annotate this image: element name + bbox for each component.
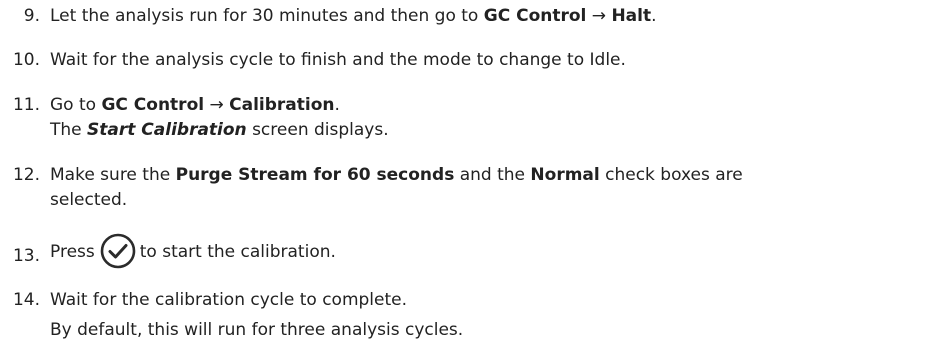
menu-calibration: Calibration xyxy=(229,95,335,115)
step-text: Press to start the calibration. xyxy=(50,233,336,269)
screen-name: Start Calibration xyxy=(87,120,247,140)
step-text: Wait for the calibration cycle to comple… xyxy=(50,290,408,310)
step-number: 14. xyxy=(12,290,40,310)
step-text-continued: selected. xyxy=(50,190,128,210)
step-number: 11. xyxy=(12,95,40,115)
step-text: Make sure the Purge Stream for 60 second… xyxy=(50,165,743,185)
menu-halt: Halt xyxy=(611,6,652,26)
step-result: By default, this will run for three anal… xyxy=(50,320,464,340)
step-text: Go to GC Control → Calibration. xyxy=(50,95,340,115)
checkmark-circle-icon xyxy=(100,233,136,269)
step-number: 13. xyxy=(12,246,40,266)
menu-gc-control: GC Control xyxy=(101,95,205,115)
step-text: Let the analysis run for 30 minutes and … xyxy=(50,6,657,26)
step-number: 12. xyxy=(12,165,40,185)
step-number: 9. xyxy=(23,6,40,26)
menu-gc-control: GC Control xyxy=(483,6,587,26)
step-number: 10. xyxy=(12,50,40,70)
step-text: Wait for the analysis cycle to finish an… xyxy=(50,50,626,70)
option-purge-stream: Purge Stream for 60 seconds xyxy=(175,165,455,185)
procedure-steps: 9. Let the analysis run for 30 minutes a… xyxy=(0,0,928,348)
step-result: The Start Calibration screen displays. xyxy=(50,120,389,140)
option-normal: Normal xyxy=(530,165,600,185)
